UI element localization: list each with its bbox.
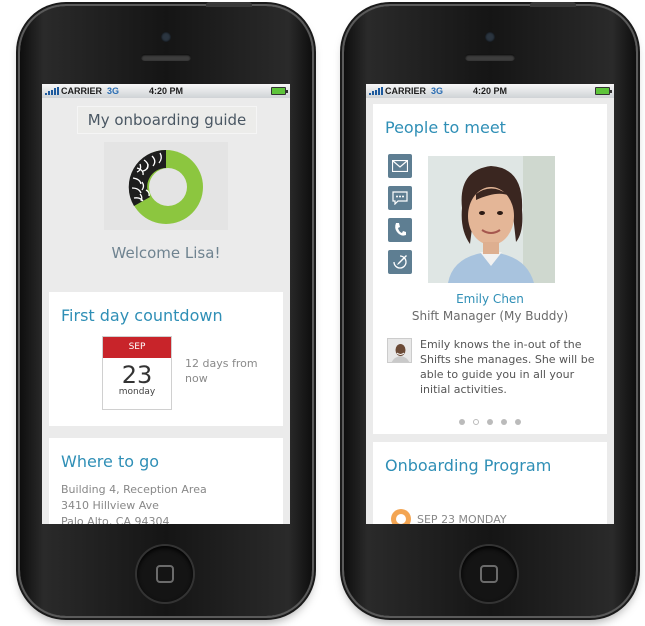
program-title: Onboarding Program — [385, 456, 552, 475]
status-bar: CARRIER 3G 4:20 PM — [42, 84, 290, 98]
calendar-icon: SEP 23 monday — [102, 336, 172, 410]
onboarding-guide-screen: CARRIER 3G 4:20 PM My onboarding guide W… — [42, 84, 290, 524]
earpiece-speaker — [141, 54, 191, 61]
people-screen: CARRIER 3G 4:20 PM People to meet Emily … — [366, 84, 614, 524]
event-date: SEP 23 MONDAY — [417, 513, 507, 524]
power-button — [206, 2, 252, 7]
person-description: Emily knows the in-out of the Shifts she… — [420, 338, 595, 396]
pagination-dot[interactable] — [487, 419, 493, 425]
phone-left: CARRIER 3G 4:20 PM My onboarding guide W… — [20, 2, 312, 616]
phone-icon[interactable] — [388, 218, 412, 242]
carousel-pagination[interactable] — [373, 410, 607, 429]
calendar-weekday: monday — [118, 387, 156, 397]
countdown-card[interactable]: First day countdown SEP 23 monday 12 day… — [49, 292, 283, 426]
front-camera — [485, 32, 495, 42]
home-button[interactable] — [137, 546, 193, 602]
edit-icon[interactable] — [388, 250, 412, 274]
phone-right: CARRIER 3G 4:20 PM People to meet Emily … — [344, 2, 636, 616]
power-button — [530, 2, 576, 7]
person-photo[interactable] — [428, 156, 555, 283]
battery-icon — [595, 87, 612, 95]
people-card: People to meet Emily Chen Shift Manager … — [373, 104, 607, 434]
home-button[interactable] — [461, 546, 517, 602]
page-title: My onboarding guide — [77, 106, 257, 134]
contact-actions — [388, 154, 412, 282]
person-role: Shift Manager (My Buddy) — [411, 309, 569, 323]
earpiece-speaker — [465, 54, 515, 61]
onboarding-logo — [104, 142, 228, 230]
where-to-go-title: Where to go — [61, 452, 160, 471]
address-line: Palo Alto, CA 94304 — [61, 515, 170, 524]
status-bar: CARRIER 3G 4:20 PM — [366, 84, 614, 98]
days-remaining: 12 days from now — [185, 357, 258, 385]
battery-icon — [271, 87, 288, 95]
calendar-month: SEP — [103, 337, 171, 358]
pagination-dot[interactable] — [515, 419, 521, 425]
clock: 4:20 PM — [472, 86, 507, 96]
welcome-message: Welcome Lisa! — [111, 244, 221, 262]
people-title: People to meet — [385, 118, 506, 137]
pagination-dot[interactable] — [501, 419, 507, 425]
chat-icon[interactable] — [388, 186, 412, 210]
clock: 4:20 PM — [148, 86, 183, 96]
address-line: 3410 Hillview Ave — [61, 499, 159, 512]
timeline-marker-icon — [391, 509, 411, 524]
countdown-title: First day countdown — [61, 306, 223, 325]
buddy-avatar — [387, 338, 412, 363]
address-line: Building 4, Reception Area — [61, 483, 207, 496]
pagination-dot-active[interactable] — [473, 419, 479, 425]
onboarding-program-card[interactable]: Onboarding Program SEP 23 MONDAY — [373, 442, 607, 524]
mail-icon[interactable] — [388, 154, 412, 178]
calendar-day: 23 — [121, 361, 153, 389]
address: Building 4, Reception Area 3410 Hillview… — [61, 482, 207, 524]
where-to-go-card[interactable]: Where to go Building 4, Reception Area 3… — [49, 438, 283, 524]
front-camera — [161, 32, 171, 42]
pagination-dot[interactable] — [459, 419, 465, 425]
person-name: Emily Chen — [456, 292, 524, 306]
